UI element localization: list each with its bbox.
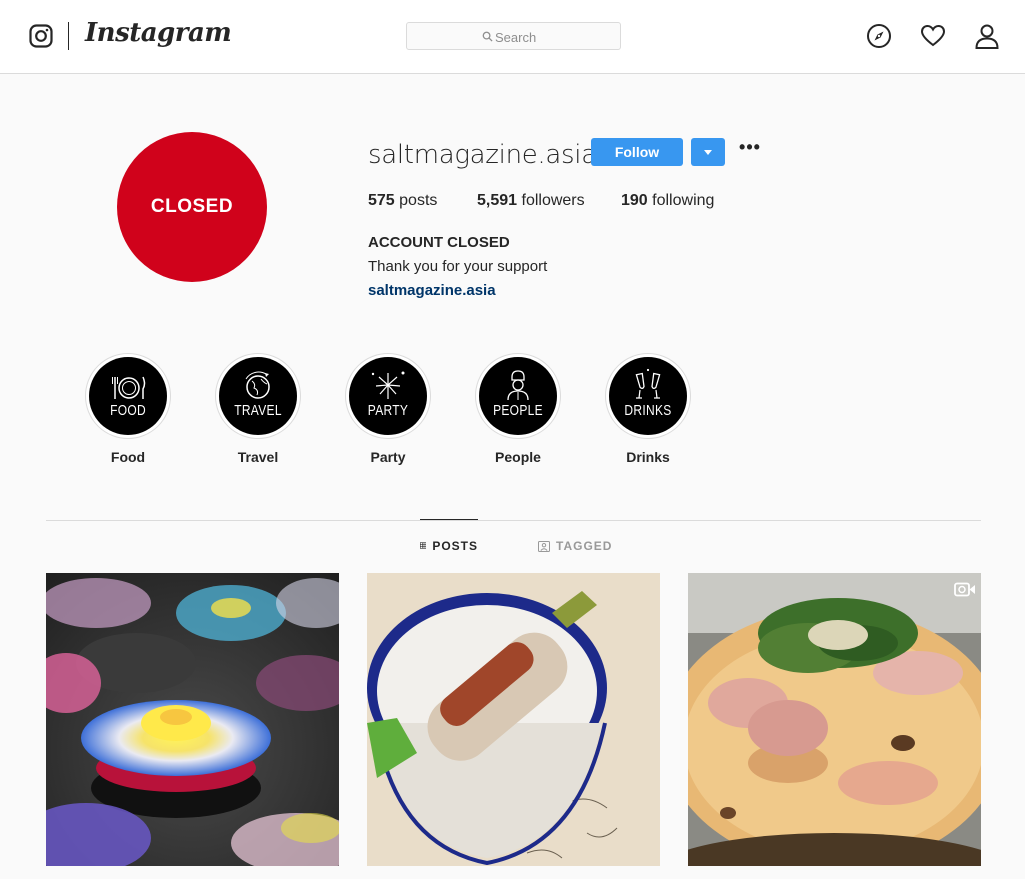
video-camera-icon [954, 582, 975, 597]
post-thumbnail[interactable] [688, 573, 981, 866]
highlight-caption: TRAVEL [234, 401, 282, 419]
highlight-drinks[interactable]: DRINKS Drinks [605, 353, 691, 465]
follow-options-button[interactable] [691, 138, 725, 166]
highlight-caption: PARTY [367, 401, 409, 419]
post-thumbnail[interactable] [46, 573, 339, 866]
compass-icon[interactable] [866, 23, 892, 49]
posts-stat: 575 posts [368, 192, 437, 210]
chef-icon [507, 370, 529, 401]
person-icon[interactable] [974, 23, 1000, 49]
tab-tagged[interactable]: TAGGED [538, 520, 612, 572]
followers-count: 5,591 [477, 192, 518, 209]
highlight-caption: PEOPLE [493, 401, 543, 419]
follow-button[interactable]: Follow [591, 138, 683, 166]
search-box[interactable] [406, 22, 621, 50]
highlight-label: Party [370, 449, 406, 465]
search-icon [482, 31, 493, 42]
plate-cutlery-icon [112, 376, 146, 399]
post-image [367, 573, 660, 866]
highlight-ring: PEOPLE [475, 353, 561, 439]
logo-divider [68, 22, 69, 50]
champagne-glasses-icon [635, 368, 661, 399]
chevron-down-icon [704, 150, 712, 155]
highlight-label: Food [110, 449, 146, 465]
instagram-wordmark[interactable]: Instagram [85, 18, 232, 48]
grid-icon [420, 542, 427, 549]
highlight-cover: TRAVEL [219, 357, 297, 435]
profile-username: saltmagazine.asia [368, 140, 597, 170]
highlight-ring: DRINKS [605, 353, 691, 439]
fireworks-icon [371, 371, 405, 399]
highlight-ring: TRAVEL [215, 353, 301, 439]
highlight-cover: PARTY [349, 357, 427, 435]
tagged-icon [538, 540, 550, 552]
highlight-label: People [495, 449, 541, 465]
highlight-people[interactable]: PEOPLE People [475, 353, 561, 465]
top-nav: Instagram [0, 0, 1025, 74]
posts-label: posts [399, 192, 438, 209]
tab-tagged-label: TAGGED [556, 539, 613, 553]
highlight-food[interactable]: FOOD Food [85, 353, 171, 465]
highlight-party[interactable]: PARTY Party [345, 353, 431, 465]
highlight-ring: PARTY [345, 353, 431, 439]
instagram-glyph-icon[interactable] [29, 24, 53, 48]
highlight-cover: FOOD [89, 357, 167, 435]
globe-plane-icon [245, 371, 270, 399]
following-stat[interactable]: 190 following [621, 192, 714, 210]
post-image [688, 573, 981, 866]
post-thumbnail[interactable] [367, 573, 660, 866]
tabs-divider [46, 520, 981, 521]
followers-stat[interactable]: 5,591 followers [477, 192, 585, 210]
highlight-caption: FOOD [110, 401, 146, 419]
highlight-cover: DRINKS [609, 357, 687, 435]
tab-posts-label: POSTS [432, 538, 478, 553]
heart-icon[interactable] [920, 23, 946, 49]
post-image [46, 573, 339, 866]
more-options-button[interactable]: ••• [739, 138, 761, 162]
profile-avatar[interactable]: CLOSED [117, 132, 267, 282]
highlight-travel[interactable]: TRAVEL Travel [215, 353, 301, 465]
posts-count: 575 [368, 192, 395, 209]
highlight-caption: DRINKS [624, 401, 672, 419]
search-input[interactable] [495, 27, 605, 47]
highlight-ring: FOOD [85, 353, 171, 439]
bio-text: Thank you for your support [368, 258, 548, 275]
following-label: following [652, 192, 715, 209]
avatar-text: CLOSED [150, 196, 234, 217]
followers-label: followers [521, 192, 585, 209]
following-count: 190 [621, 192, 648, 209]
bio-link[interactable]: saltmagazine.asia [368, 282, 496, 299]
tab-posts[interactable]: POSTS [420, 519, 478, 571]
highlight-label: Travel [237, 449, 279, 465]
highlight-cover: PEOPLE [479, 357, 557, 435]
bio-name: ACCOUNT CLOSED [368, 234, 510, 251]
highlight-label: Drinks [626, 449, 670, 465]
